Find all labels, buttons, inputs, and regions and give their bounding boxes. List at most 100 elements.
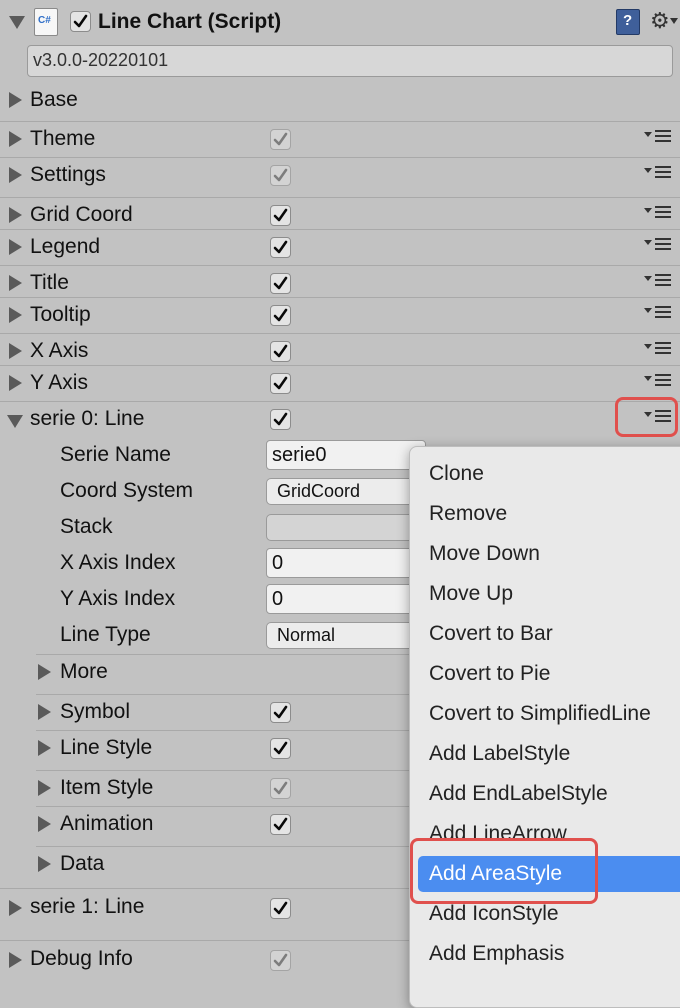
- section-title[interactable]: Title: [0, 267, 680, 301]
- section-label: Grid Coord: [30, 203, 133, 226]
- menu-item-covert-to-pie[interactable]: Covert to Pie: [418, 656, 680, 692]
- foldout-collapsed-icon[interactable]: [38, 704, 51, 720]
- menu-item-move-down[interactable]: Move Down: [418, 536, 680, 572]
- section-label: serie 1: Line: [30, 895, 145, 918]
- field-label-line-type: Line Type: [60, 623, 151, 646]
- section-menu-icon[interactable]: [644, 371, 674, 391]
- section-label: Debug Info: [30, 947, 133, 970]
- foldout-collapsed-icon[interactable]: [9, 952, 22, 968]
- section-enabled-checkbox[interactable]: [270, 373, 291, 394]
- foldout-collapsed-icon[interactable]: [38, 816, 51, 832]
- section-label: Tooltip: [30, 303, 91, 326]
- field-label-y-axis-index: Y Axis Index: [60, 587, 176, 610]
- field-input-stack[interactable]: [266, 514, 426, 541]
- menu-item-add-emphasis[interactable]: Add Emphasis: [418, 936, 680, 972]
- section-theme[interactable]: Theme: [0, 123, 680, 157]
- section-enabled-checkbox[interactable]: [270, 898, 291, 919]
- foldout-collapsed-icon[interactable]: [9, 92, 22, 108]
- section-enabled-checkbox: [270, 129, 291, 150]
- section-menu-icon[interactable]: [644, 303, 674, 323]
- subsection-label: Data: [60, 852, 105, 875]
- section-enabled-checkbox[interactable]: [270, 341, 291, 362]
- section-menu-icon[interactable]: [644, 203, 674, 223]
- menu-item-covert-to-bar[interactable]: Covert to Bar: [418, 616, 680, 652]
- csharp-script-icon: C#: [34, 8, 58, 36]
- subsection-label: Animation: [60, 812, 154, 835]
- section-label: Base: [30, 88, 78, 111]
- section-label: serie 0: Line: [30, 407, 145, 430]
- gear-icon[interactable]: ⚙: [650, 8, 670, 34]
- foldout-collapsed-icon[interactable]: [9, 275, 22, 291]
- subsection-enabled-checkbox[interactable]: [270, 738, 291, 759]
- section-legend[interactable]: Legend: [0, 231, 680, 265]
- foldout-collapsed-icon[interactable]: [9, 167, 22, 183]
- divider: [0, 297, 680, 298]
- section-y-axis[interactable]: Y Axis: [0, 367, 680, 401]
- field-label-stack: Stack: [60, 515, 113, 538]
- foldout-collapsed-icon[interactable]: [9, 131, 22, 147]
- gear-dropdown-icon[interactable]: [670, 18, 678, 24]
- section-settings[interactable]: Settings: [0, 159, 680, 193]
- section-label: Settings: [30, 163, 106, 186]
- field-input-y-axis-index[interactable]: 0: [266, 584, 426, 614]
- field-label-coord-system: Coord System: [60, 479, 194, 502]
- subsection-enabled-checkbox[interactable]: [270, 702, 291, 723]
- section-label: Title: [30, 271, 69, 294]
- foldout-collapsed-icon[interactable]: [38, 780, 51, 796]
- subsection-label: Symbol: [60, 700, 131, 723]
- section-x-axis[interactable]: X Axis: [0, 335, 680, 369]
- divider: [0, 229, 680, 230]
- section-enabled-checkbox[interactable]: [270, 237, 291, 258]
- context-menu: Clone Remove Move Down Move Up Covert to Bar…: [409, 446, 680, 1008]
- field-label-x-axis-index: X Axis Index: [60, 551, 176, 574]
- foldout-collapsed-icon[interactable]: [38, 740, 51, 756]
- subsection-label: More: [60, 660, 108, 683]
- field-input-line-type[interactable]: Normal: [266, 622, 426, 649]
- field-input-serie-name[interactable]: serie0: [266, 440, 426, 470]
- menu-item-move-up[interactable]: Move Up: [418, 576, 680, 612]
- foldout-collapsed-icon[interactable]: [9, 207, 22, 223]
- script-icon-text: C#: [38, 15, 51, 26]
- foldout-collapsed-icon[interactable]: [9, 343, 22, 359]
- menu-item-add-labelstyle[interactable]: Add LabelStyle: [418, 736, 680, 772]
- divider: [0, 401, 680, 402]
- foldout-collapsed-icon[interactable]: [9, 900, 22, 916]
- subsection-enabled-checkbox[interactable]: [270, 814, 291, 835]
- component-title: Line Chart (Script): [98, 10, 282, 33]
- section-base[interactable]: Base: [0, 84, 680, 118]
- menu-item-remove[interactable]: Remove: [418, 496, 680, 532]
- section-enabled-checkbox[interactable]: [270, 205, 291, 226]
- section-label: Legend: [30, 235, 101, 258]
- section-grid-coord[interactable]: Grid Coord: [0, 199, 680, 233]
- foldout-collapsed-icon[interactable]: [38, 664, 51, 680]
- section-tooltip[interactable]: Tooltip: [0, 299, 680, 333]
- menu-item-clone[interactable]: Clone: [418, 456, 680, 492]
- section-enabled-checkbox[interactable]: [270, 273, 291, 294]
- section-menu-icon[interactable]: [644, 163, 674, 183]
- section-serie-0-line[interactable]: serie 0: Line: [0, 403, 680, 437]
- component-enabled-checkbox[interactable]: [70, 11, 91, 32]
- field-input-coord-system[interactable]: GridCoord: [266, 478, 426, 505]
- divider: [0, 157, 680, 158]
- section-enabled-checkbox[interactable]: [270, 409, 291, 430]
- section-menu-icon[interactable]: [644, 271, 674, 291]
- book-icon[interactable]: ?: [616, 9, 640, 35]
- section-menu-icon[interactable]: [644, 127, 674, 147]
- menu-item-covert-to-simplifiedline[interactable]: Covert to SimplifiedLine: [418, 696, 680, 732]
- foldout-collapsed-icon[interactable]: [9, 239, 22, 255]
- menu-item-add-endlabelstyle[interactable]: Add EndLabelStyle: [418, 776, 680, 812]
- section-menu-icon[interactable]: [644, 235, 674, 255]
- section-menu-icon[interactable]: [644, 339, 674, 359]
- foldout-expanded-icon[interactable]: [7, 415, 23, 428]
- foldout-collapsed-icon[interactable]: [9, 375, 22, 391]
- subsection-enabled-checkbox: [270, 778, 291, 799]
- foldout-collapsed-icon[interactable]: [38, 856, 51, 872]
- divider: [0, 333, 680, 334]
- field-input-x-axis-index[interactable]: 0: [266, 548, 426, 578]
- divider: [0, 197, 680, 198]
- foldout-arrow-icon[interactable]: [9, 16, 25, 29]
- field-label-serie-name: Serie Name: [60, 443, 171, 466]
- highlight-box-menu-icon: [615, 397, 678, 437]
- foldout-collapsed-icon[interactable]: [9, 307, 22, 323]
- section-enabled-checkbox[interactable]: [270, 305, 291, 326]
